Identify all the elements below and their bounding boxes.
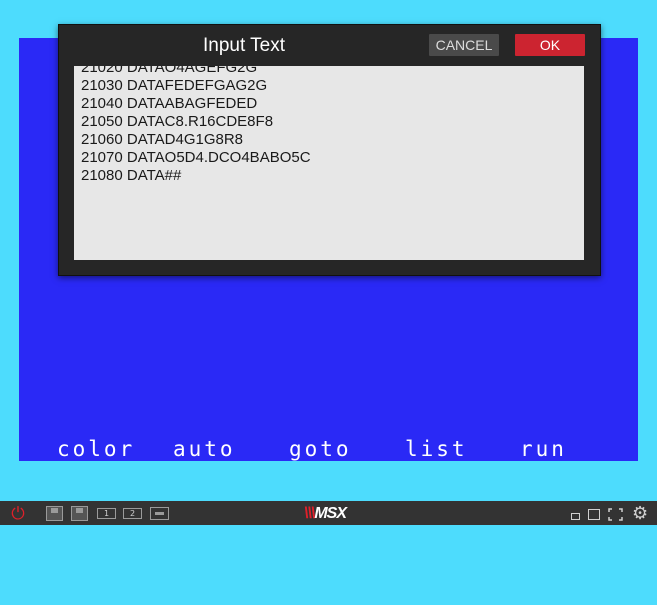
text-input-area[interactable]: 21020 DATAO4AGEFG2G 21030 DATAFEDEFGAG2G… (74, 66, 584, 260)
msx-logo: \\\MSX (304, 505, 347, 522)
settings-gear-icon[interactable]: ⚙ (632, 503, 648, 523)
fullscreen-icon[interactable] (608, 508, 623, 521)
window-small-icon[interactable] (571, 513, 580, 520)
fullscreen-glyph (608, 508, 623, 521)
text-line: 21030 DATAFEDEFGAG2G (81, 77, 268, 94)
text-lines: 21020 DATAO4AGEFG2G 21030 DATAFEDEFGAG2G… (81, 66, 311, 185)
text-line: 21050 DATAC8.R16CDE8F8 (81, 113, 274, 130)
disk-a-icon[interactable] (46, 506, 63, 521)
text-line: 21040 DATAABAGFEDED (81, 95, 258, 112)
cartridge-2-icon[interactable]: 2 (123, 508, 142, 519)
text-line: 21070 DATAO5D4.DCO4BABO5C (81, 149, 311, 166)
text-line: 21060 DATAD4G1G8R8 (81, 131, 244, 148)
function-key-2: auto (173, 437, 236, 461)
text-line: 21080 DATA## (81, 167, 182, 184)
dialog-title: Input Text (202, 35, 286, 56)
function-key-1: color (57, 437, 136, 461)
window-medium-icon[interactable] (588, 509, 600, 520)
text-line: 21020 DATAO4AGEFG2G (81, 66, 258, 76)
power-icon[interactable]: ⏻ (8, 504, 28, 524)
taskbar: ⏻ 1 2 \\\MSX ⚙ (0, 501, 657, 525)
function-key-bar: color auto goto list run (57, 437, 617, 461)
function-key-4: list (405, 437, 468, 461)
disk-b-icon[interactable] (71, 506, 88, 521)
ok-button[interactable]: OK (515, 34, 585, 56)
input-text-dialog: Input Text CANCEL OK 21020 DATAO4AGEFG2G… (58, 24, 601, 276)
cancel-button[interactable]: CANCEL (429, 34, 499, 56)
tape-icon[interactable] (150, 507, 169, 520)
msx-logo-text: MSX (314, 505, 347, 522)
cartridge-1-icon[interactable]: 1 (97, 508, 116, 519)
function-key-3: goto (289, 437, 352, 461)
function-key-5: run (520, 437, 567, 461)
